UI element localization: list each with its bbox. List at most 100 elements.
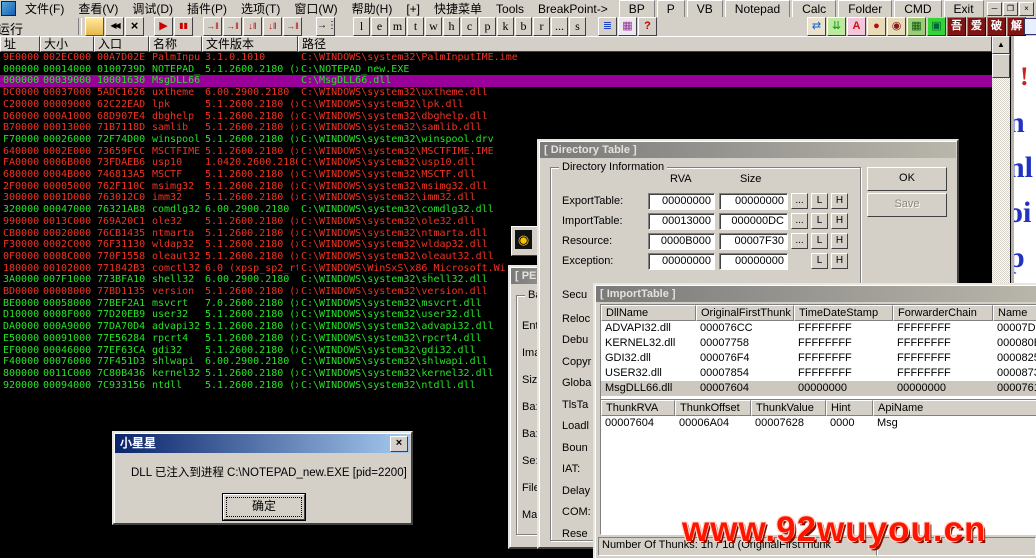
l-button[interactable]: L — [811, 213, 828, 229]
letter-button-t[interactable]: t — [407, 17, 424, 36]
menu-button-notepad[interactable]: Notepad — [725, 0, 790, 18]
h-button[interactable]: H — [831, 213, 848, 229]
dll-column-header[interactable]: OriginalFirstThunk — [696, 305, 794, 321]
dll-row[interactable]: MsgDLL66.dll0000760400000000000000000000… — [601, 381, 1036, 396]
page-icon[interactable] — [1024, 18, 1036, 35]
letter-button-ddd[interactable]: ... — [551, 17, 568, 36]
directory-titlebar[interactable]: [ Directory Table ] — [540, 142, 956, 158]
rva-field[interactable]: 00013000 — [648, 213, 715, 230]
column-header-1[interactable]: 大小 — [40, 36, 94, 52]
letter-a-icon[interactable]: A — [847, 17, 866, 36]
letter-button-p[interactable]: p — [479, 17, 496, 36]
dll-row[interactable]: ADVAPI32.dll000076CCFFFFFFFFFFFFFFFF0000… — [601, 321, 1036, 336]
record-icon[interactable]: ● — [867, 17, 886, 36]
dll-row[interactable]: KERNEL32.dll00007758FFFFFFFFFFFFFFFF0000… — [601, 336, 1036, 351]
run-icon[interactable]: ▶ — [154, 17, 173, 36]
menu-button-vb[interactable]: VB — [687, 0, 723, 18]
download-icon[interactable]: ⇊ — [827, 17, 846, 36]
dll-column-header[interactable]: TimeDateStamp — [794, 305, 893, 321]
ok-button[interactable]: OK — [867, 167, 947, 191]
l-button[interactable]: L — [811, 233, 828, 249]
pojie-button-0[interactable]: 吾 — [947, 17, 966, 36]
dll-row[interactable]: USER32.dll00007854FFFFFFFFFFFFFFFF000087… — [601, 366, 1036, 381]
close-icon[interactable]: × — [1019, 2, 1034, 16]
letter-button-c[interactable]: c — [461, 17, 478, 36]
menu-item-2[interactable]: 调试(D) — [125, 0, 180, 18]
letter-button-e[interactable]: e — [371, 17, 388, 36]
rewind-icon[interactable]: ◀◀ — [105, 17, 124, 36]
menu-button-cmd[interactable]: CMD — [894, 0, 941, 18]
l-button[interactable]: L — [811, 253, 828, 269]
pause-icon[interactable]: ▮▮ — [174, 17, 193, 36]
swap-icon[interactable]: ⇄ — [807, 17, 826, 36]
table-row[interactable]: DC0000000370005ADC1626uxtheme6.00.2900.2… — [0, 87, 992, 99]
menu-button-bp[interactable]: BP — [619, 0, 655, 18]
save-button[interactable]: Save — [867, 193, 947, 217]
board-icon[interactable]: ▦ — [907, 17, 926, 36]
size-field[interactable]: 000000DC — [719, 213, 788, 230]
letter-button-w[interactable]: w — [425, 17, 442, 36]
column-header-3[interactable]: 名称 — [149, 36, 202, 52]
letter-button-m[interactable]: m — [389, 17, 406, 36]
step-icon-0[interactable]: →‖ — [203, 17, 222, 36]
menu-item-7[interactable]: [+] — [399, 1, 427, 17]
stop-icon[interactable]: × — [125, 17, 144, 36]
l-button[interactable]: L — [811, 193, 828, 209]
goto-icon[interactable]: →⋮ — [316, 17, 335, 36]
table-row[interactable]: 9E0000002EC00000A7D02EPalmInpu3.1.0.1010… — [0, 52, 992, 64]
letter-button-b[interactable]: b — [515, 17, 532, 36]
h-button[interactable]: H — [831, 233, 848, 249]
thunk-column-header[interactable]: Hint — [826, 400, 873, 416]
menu-item-1[interactable]: 查看(V) — [71, 0, 125, 18]
thunk-column-header[interactable]: ThunkRVA — [601, 400, 675, 416]
rva-field[interactable]: 0000B000 — [648, 233, 715, 250]
scrollbar-thumb[interactable] — [992, 54, 1010, 78]
column-header-2[interactable]: 入口 — [94, 36, 149, 52]
step-icon-2[interactable]: ↓‖ — [243, 17, 262, 36]
dll-column-header[interactable]: ForwarderChain — [893, 305, 993, 321]
column-header-4[interactable]: 文件版本 — [202, 36, 298, 52]
pojie-button-2[interactable]: 破 — [987, 17, 1006, 36]
table-row[interactable]: 0000000003900010001630MsgDLL66C:\MsgDLL6… — [0, 75, 992, 87]
menu-button-calc[interactable]: Calc — [792, 0, 836, 18]
size-field[interactable]: 00007F30 — [719, 233, 788, 250]
menu-button-exit[interactable]: Exit — [944, 0, 984, 18]
message-box-titlebar[interactable]: 小星星 × — [115, 434, 410, 453]
letter-button-r[interactable]: r — [533, 17, 550, 36]
scroll-up-icon[interactable]: ▲ — [992, 36, 1010, 54]
menu-item-0[interactable]: 文件(F) — [18, 0, 71, 18]
thunk-column-header[interactable]: ApiName — [873, 400, 1036, 416]
menu-item-10[interactable]: BreakPoint-> — [531, 1, 615, 17]
step-icon-1[interactable]: →‖ — [223, 17, 242, 36]
spiral-icon[interactable]: ◉ — [887, 17, 906, 36]
dll-row[interactable]: GDI32.dll000076F4FFFFFFFFFFFFFFFF0000825 — [601, 351, 1036, 366]
restore-icon[interactable]: ❒ — [1003, 2, 1018, 16]
green-window-icon[interactable]: ▣ — [927, 17, 946, 36]
h-button[interactable]: H — [831, 193, 848, 209]
image-icon[interactable]: ▦ — [618, 17, 637, 36]
minimize-icon[interactable]: ─ — [987, 2, 1002, 16]
rva-field[interactable]: 00000000 — [648, 253, 715, 270]
table-row[interactable]: D60000000A100068D907E4dbghelp5.1.2600.21… — [0, 111, 992, 123]
menu-item-9[interactable]: Tools — [489, 1, 531, 17]
confirm-button[interactable]: 确定 — [223, 494, 305, 520]
list-icon[interactable]: ≣ — [598, 17, 617, 36]
letter-button-l[interactable]: l — [353, 17, 370, 36]
h-button[interactable]: H — [831, 253, 848, 269]
thunk-row[interactable]: 0000760400006A04000076280000Msg — [601, 416, 1036, 431]
menu-item-4[interactable]: 选项(T) — [234, 0, 287, 18]
menu-item-6[interactable]: 帮助(H) — [345, 0, 400, 18]
menu-button-folder[interactable]: Folder — [838, 0, 892, 18]
import-titlebar[interactable]: [ ImportTable ] — [596, 286, 1036, 302]
letter-button-k[interactable]: k — [497, 17, 514, 36]
table-row[interactable]: C200000000900062C22EADlpk5.1.2600.2180 (… — [0, 99, 992, 111]
open-file-icon[interactable] — [85, 17, 104, 36]
thunk-column-header[interactable]: ThunkValue — [751, 400, 826, 416]
letter-button-h[interactable]: h — [443, 17, 460, 36]
dots-button[interactable]: ... — [791, 213, 808, 229]
dots-button[interactable]: ... — [791, 193, 808, 209]
dll-column-header[interactable]: Name — [993, 305, 1036, 321]
pojie-button-1[interactable]: 爱 — [967, 17, 986, 36]
letter-button-s[interactable]: s — [569, 17, 586, 36]
column-header-0[interactable]: 址 — [0, 36, 40, 52]
